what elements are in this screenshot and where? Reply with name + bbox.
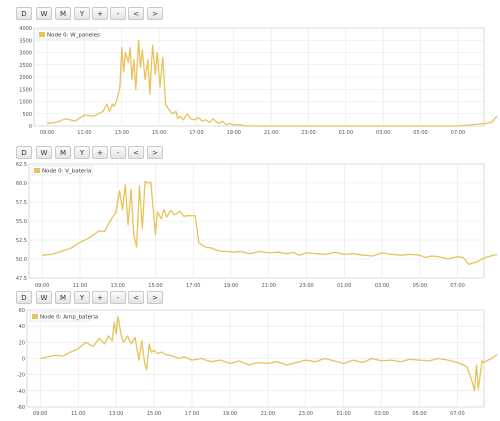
- legend-swatch: [32, 314, 38, 319]
- legend-label: Node 0: Amp_bateria: [40, 315, 98, 321]
- year-button[interactable]: Y: [74, 291, 90, 304]
- x-tick-label: 15:00: [152, 130, 166, 136]
- legend-swatch: [39, 32, 45, 37]
- week-button[interactable]: W: [36, 146, 52, 159]
- y-tick-label: 2500: [19, 63, 32, 69]
- next-button[interactable]: >: [147, 7, 163, 20]
- x-tick-label: 07:00: [451, 130, 465, 136]
- x-tick-label: 15:00: [147, 411, 161, 417]
- y-tick-label: 60.0: [16, 181, 27, 187]
- y-tick-label: 500: [22, 112, 32, 118]
- amp-bateria-chart: -60 -40 -20 0 20 40 60 09:00 11:00 13:00 15:00 17:0…: [17, 308, 498, 417]
- x-tick-label: 01:00: [339, 130, 353, 136]
- day-button[interactable]: D: [16, 146, 32, 159]
- y-tick-label: 57.5: [16, 200, 27, 206]
- x-tick-label: 03:00: [376, 130, 390, 136]
- x-tick-label: 23:00: [301, 130, 315, 136]
- y-tick-label: 50.0: [16, 257, 27, 263]
- y-tick-label: -20: [17, 373, 25, 379]
- y-tick-label: 4000: [19, 26, 32, 32]
- x-tick-label: 21:00: [261, 411, 275, 417]
- y-tick-label: 2000: [19, 75, 32, 81]
- x-tick-label: 01:00: [336, 411, 350, 417]
- y-tick-label: 3500: [19, 38, 32, 44]
- legend-label: Node 0: W_paneles: [47, 33, 100, 39]
- y-tick-label: 1000: [19, 100, 32, 106]
- zoom-out-button[interactable]: -: [110, 146, 126, 159]
- y-tick-label: 62.5: [16, 162, 27, 168]
- x-tick-label: 13:00: [115, 130, 129, 136]
- x-tick-label: 09:00: [40, 130, 54, 136]
- legend-label: Node 0: V_bateria: [42, 169, 91, 175]
- y-tick-label: 55.0: [16, 219, 27, 225]
- x-tick-label: 11:00: [71, 411, 85, 417]
- x-tick-label: 09:00: [33, 411, 47, 417]
- y-tick-label: 1500: [19, 87, 32, 93]
- zoom-out-button[interactable]: -: [110, 7, 126, 20]
- x-tick-label: 07:00: [450, 411, 464, 417]
- zoom-in-button[interactable]: +: [92, 291, 108, 304]
- month-button[interactable]: M: [55, 146, 71, 159]
- y-tick-label: 40: [19, 324, 25, 330]
- y-tick-label: 0: [29, 124, 32, 130]
- prev-button[interactable]: <: [128, 146, 144, 159]
- chart-panel-amp-bateria: D W M Y + - < > -60 -40 -20 0 20 40 60 09:00 11:…: [0, 286, 500, 421]
- x-tick-label: 23:00: [299, 411, 313, 417]
- y-tick-label: 0: [22, 357, 25, 363]
- y-tick-label: 60: [19, 308, 25, 314]
- y-tick-label: 3000: [19, 51, 32, 57]
- y-tick-label: 20: [19, 340, 25, 346]
- month-button[interactable]: M: [55, 7, 71, 20]
- y-tick-label: -40: [17, 389, 25, 395]
- next-button[interactable]: >: [147, 291, 163, 304]
- year-button[interactable]: Y: [74, 7, 90, 20]
- y-tick-label: 52.5: [16, 238, 27, 244]
- zoom-out-button[interactable]: -: [110, 291, 126, 304]
- x-tick-label: 11:00: [77, 130, 91, 136]
- x-tick-label: 03:00: [374, 411, 388, 417]
- v-bateria-chart: 47.550.052.555.057.560.062.509:00 11:00 13…: [16, 162, 498, 289]
- x-tick-label: 17:00: [185, 411, 199, 417]
- prev-button[interactable]: <: [128, 291, 144, 304]
- day-button[interactable]: D: [16, 291, 32, 304]
- zoom-in-button[interactable]: +: [92, 146, 108, 159]
- week-button[interactable]: W: [36, 7, 52, 20]
- chart-panel-w-paneles: D W M Y + - < > 0 500 1000 1500 2000 2500 3000…: [0, 0, 500, 140]
- x-tick-label: 05:00: [413, 130, 427, 136]
- prev-button[interactable]: <: [128, 7, 144, 20]
- week-button[interactable]: W: [36, 291, 52, 304]
- next-button[interactable]: >: [147, 146, 163, 159]
- x-tick-label: 19:00: [223, 411, 237, 417]
- chart-panel-v-bateria: D W M Y + - < > 47.5 50.0 52.5 55.0 57.5 60.0…: [0, 140, 500, 289]
- legend-swatch: [34, 168, 40, 173]
- w-paneles-chart: 0 500 1000 1500 2000 2500 3000 3500 4000 09:00 11:…: [19, 26, 498, 136]
- x-tick-label: 13:00: [109, 411, 123, 417]
- x-tick-label: 21:00: [264, 130, 278, 136]
- x-tick-label: 19:00: [227, 130, 241, 136]
- zoom-in-button[interactable]: +: [92, 7, 108, 20]
- x-tick-label: 17:00: [189, 130, 203, 136]
- y-tick-label: -60: [17, 405, 25, 411]
- year-button[interactable]: Y: [74, 146, 90, 159]
- day-button[interactable]: D: [16, 7, 32, 20]
- y-tick-label: 47.5: [16, 276, 27, 282]
- x-tick-label: 05:00: [412, 411, 426, 417]
- month-button[interactable]: M: [55, 291, 71, 304]
